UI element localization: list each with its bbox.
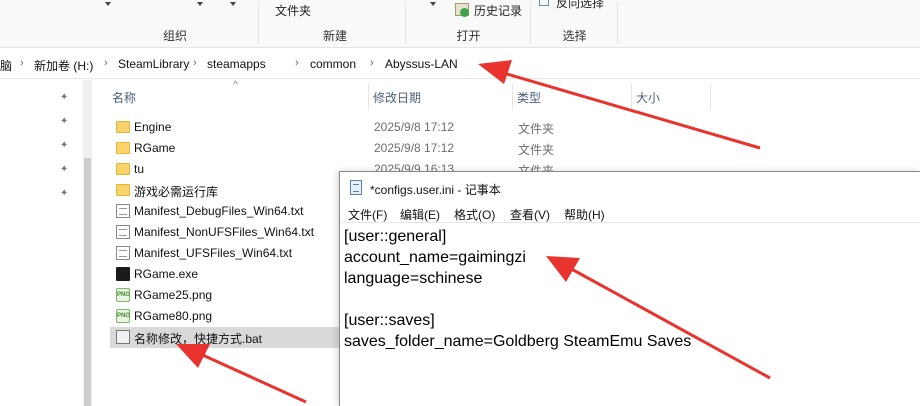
nav-scrollbar[interactable] xyxy=(83,80,92,406)
new-folder-button[interactable]: 文件夹 xyxy=(275,2,311,19)
ribbon-group-label: 选择 xyxy=(562,29,587,43)
notepad-window: *configs.user.ini - 记事本 文件(F) 编辑(E) 格式(O… xyxy=(339,171,920,406)
ribbon-group-label: 打开 xyxy=(456,29,481,43)
menu-view[interactable]: 查看(V) xyxy=(510,206,550,223)
column-header-name[interactable]: 名称 xyxy=(108,88,366,110)
png-icon: PNG xyxy=(116,309,130,323)
column-divider[interactable] xyxy=(710,84,711,110)
breadcrumb-item[interactable]: common xyxy=(310,57,356,71)
pin-icon[interactable]: ✦ xyxy=(60,140,70,151)
file-name: Engine xyxy=(134,120,172,134)
pin-icon[interactable]: ✦ xyxy=(60,188,70,199)
notepad-text-area[interactable]: [user::general] account_name=gaimingzi l… xyxy=(344,226,914,352)
folder-icon xyxy=(116,184,130,196)
ribbon-group-new: 文件夹 新建 xyxy=(260,0,410,48)
breadcrumb-item[interactable]: 脑 xyxy=(0,57,12,74)
file-name: 游戏必需运行库 xyxy=(134,185,219,199)
menu-help[interactable]: 帮助(H) xyxy=(564,206,605,223)
notepad-title: *configs.user.ini - 记事本 xyxy=(370,183,501,197)
file-name: Manifest_DebugFiles_Win64.txt xyxy=(134,204,304,218)
folder-icon xyxy=(116,121,130,133)
annotation-arrow-bat xyxy=(176,344,307,404)
file-row[interactable]: Engine 2025/9/8 17:12 文件夹 xyxy=(110,117,630,138)
ribbon-group-label: 新建 xyxy=(322,29,347,43)
menu-edit[interactable]: 编辑(E) xyxy=(400,206,440,223)
menu-format[interactable]: 格式(O) xyxy=(454,206,495,223)
text-file-icon xyxy=(116,246,130,260)
ribbon-divider xyxy=(617,2,618,44)
file-name: 名称修改，快捷方式.bat xyxy=(134,332,263,346)
ribbon-divider xyxy=(530,2,531,44)
invert-selection-button[interactable]: 反向选择 xyxy=(556,0,604,11)
address-bar[interactable]: 脑 › 新加卷 (H:) › SteamLibrary › steamapps … xyxy=(0,49,920,79)
file-date: 2025/9/8 17:12 xyxy=(374,120,455,134)
ribbon: 组织 文件夹 新建 历史记录 打开 反向选择 选择 xyxy=(0,0,920,48)
dropdown-arrow-icon[interactable] xyxy=(105,2,111,6)
file-row-selected[interactable]: 名称修改，快捷方式.bat xyxy=(110,327,340,348)
file-name: RGame xyxy=(134,141,176,155)
breadcrumb-item[interactable]: steamapps xyxy=(207,57,266,71)
pin-icon[interactable]: ✦ xyxy=(60,92,70,103)
scrollbar-thumb[interactable] xyxy=(84,158,91,406)
bat-icon xyxy=(116,330,130,344)
ribbon-divider xyxy=(405,2,406,44)
column-header-size[interactable]: 大小 xyxy=(632,88,710,110)
file-row[interactable]: RGame 2025/9/8 17:12 文件夹 xyxy=(110,138,630,159)
menu-file[interactable]: 文件(F) xyxy=(348,206,387,223)
column-header-modified[interactable]: 修改日期 xyxy=(369,88,511,110)
notepad-menubar: 文件(F) 编辑(E) 格式(O) 查看(V) 帮助(H) xyxy=(340,203,920,223)
exe-icon xyxy=(116,267,130,281)
breadcrumb-item[interactable]: 新加卷 (H:) xyxy=(34,57,93,74)
chevron-right-icon[interactable]: › xyxy=(104,57,108,69)
ribbon-group-label: 组织 xyxy=(162,29,187,43)
file-name: RGame.exe xyxy=(134,267,199,281)
file-date: 2025/9/8 17:12 xyxy=(374,141,455,155)
file-type: 文件夹 xyxy=(518,122,555,136)
column-header-type[interactable]: 类型 xyxy=(513,88,631,110)
ribbon-divider xyxy=(258,2,259,44)
file-name: RGame25.png xyxy=(134,288,213,302)
navigation-pane: ✦ ✦ ✦ ✦ ✦ xyxy=(0,80,90,406)
history-check-icon xyxy=(460,8,469,17)
png-icon: PNG xyxy=(116,288,130,302)
ribbon-group-select: 反向选择 选择 xyxy=(532,0,617,48)
folder-icon xyxy=(116,142,130,154)
notepad-titlebar[interactable]: *configs.user.ini - 记事本 xyxy=(340,172,920,203)
pin-icon[interactable]: ✦ xyxy=(60,164,70,175)
notepad-icon xyxy=(350,180,362,195)
pin-icon[interactable]: ✦ xyxy=(60,116,70,127)
dropdown-arrow-icon[interactable] xyxy=(430,2,436,6)
file-type: 文件夹 xyxy=(518,143,555,157)
file-name: RGame80.png xyxy=(134,309,213,323)
file-name: Manifest_UFSFiles_Win64.txt xyxy=(134,246,293,260)
chevron-right-icon[interactable]: › xyxy=(370,57,374,69)
history-button[interactable]: 历史记录 xyxy=(474,2,522,19)
ribbon-group-open: 历史记录 打开 xyxy=(407,0,530,48)
file-name: Manifest_NonUFSFiles_Win64.txt xyxy=(134,225,315,239)
chevron-right-icon[interactable]: › xyxy=(295,57,299,69)
chevron-right-icon[interactable]: › xyxy=(20,57,24,69)
dropdown-arrow-icon[interactable] xyxy=(197,2,203,6)
breadcrumb-item[interactable]: SteamLibrary xyxy=(118,57,189,71)
dropdown-arrow-icon[interactable] xyxy=(230,2,236,6)
breadcrumb-current[interactable]: Abyssus-LAN xyxy=(385,57,458,71)
invert-selection-icon xyxy=(539,0,549,6)
text-file-icon xyxy=(116,204,130,218)
ribbon-group-organize: 组织 xyxy=(95,0,255,48)
chevron-right-icon[interactable]: › xyxy=(193,57,197,69)
folder-icon xyxy=(116,163,130,175)
file-name: tu xyxy=(134,162,145,176)
text-file-icon xyxy=(116,225,130,239)
